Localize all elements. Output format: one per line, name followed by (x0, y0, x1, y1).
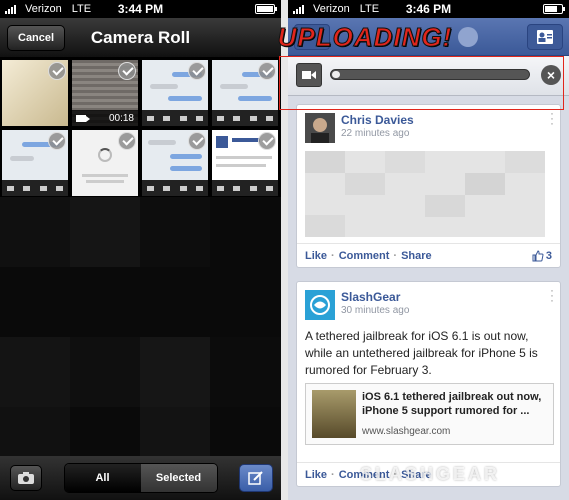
post-author[interactable]: Chris Davies (341, 113, 414, 127)
post-text: A tethered jailbreak for iOS 6.1 is out … (305, 329, 538, 377)
post-options-icon[interactable]: · · · (550, 107, 554, 129)
like-link[interactable]: Like (305, 469, 327, 481)
compose-icon (248, 471, 263, 485)
signal-icon (5, 4, 21, 14)
camera-icon (18, 472, 34, 484)
upload-highlight-box (279, 56, 564, 110)
page-title: Camera Roll (90, 27, 191, 47)
pixelated-post-content (305, 151, 545, 237)
share-link[interactable]: Share (401, 250, 432, 262)
segment-selected[interactable]: Selected (140, 464, 217, 492)
camera-roll-navbar: Cancel Camera Roll (0, 18, 281, 58)
screenshot-thumbnail[interactable] (142, 60, 208, 126)
screenshot-thumbnail[interactable] (142, 130, 208, 196)
post-options-icon[interactable]: · · · (550, 284, 554, 306)
link-url: www.slashgear.com (362, 426, 451, 437)
carrier-name: Verizon (313, 3, 350, 15)
friend-requests-button[interactable] (527, 24, 563, 50)
link-thumbnail (312, 390, 356, 438)
signal-icon (293, 4, 309, 14)
like-link[interactable]: Like (305, 250, 327, 262)
selected-check-icon (118, 62, 136, 80)
bottom-toolbar: All Selected (0, 456, 281, 500)
feed-post: SlashGear 30 minutes ago · · · A tethered … (296, 281, 561, 487)
video-thumbnail[interactable]: 00:18 (72, 60, 138, 126)
video-duration-bar: 00:18 (72, 110, 138, 126)
link-preview[interactable]: iOS 6.1 tethered jailbreak out now, iPho… (305, 383, 554, 445)
camera-button[interactable] (10, 465, 42, 491)
pixelated-background (0, 197, 281, 500)
uploading-annotation: UPLOADING! (277, 22, 453, 53)
compose-button[interactable] (239, 464, 273, 492)
battery-icon (255, 4, 277, 14)
post-time: 30 minutes ago (341, 305, 410, 316)
like-count-value: 3 (545, 249, 552, 262)
camera-roll-screen: Verizon LTE 3:44 PM Cancel Camera Roll 0… (0, 0, 281, 500)
network-type: LTE (71, 3, 92, 15)
selected-check-icon (48, 62, 66, 80)
avatar[interactable] (305, 113, 335, 143)
video-duration: 00:18 (108, 112, 134, 124)
cancel-button[interactable]: Cancel (7, 25, 66, 51)
feed-post: Chris Davies 22 minutes ago · · · Like · C… (296, 104, 561, 268)
like-count[interactable]: 3 (532, 250, 552, 262)
watermark: SLASHGEAR (360, 464, 501, 484)
selected-check-icon (258, 62, 276, 80)
status-bar: Verizon LTE 3:44 PM (0, 0, 281, 18)
avatar[interactable] (305, 290, 335, 320)
post-author[interactable]: SlashGear (341, 290, 400, 304)
selected-check-icon (188, 132, 206, 150)
selected-check-icon (188, 62, 206, 80)
friends-icon (537, 30, 553, 44)
notifications-globe-icon[interactable] (458, 27, 478, 47)
screenshot-thumbnail[interactable] (72, 130, 138, 196)
post-time: 22 minutes ago (341, 128, 410, 139)
selected-check-icon (118, 132, 136, 150)
screenshot-thumbnail[interactable] (212, 130, 278, 196)
carrier-info: Verizon LTE (5, 3, 91, 15)
link-title: iOS 6.1 tethered jailbreak out now, iPho… (362, 391, 542, 417)
status-bar: Verizon LTE 3:46 PM (288, 0, 569, 18)
filter-segmented-control: All Selected (63, 463, 218, 493)
carrier-info: Verizon LTE (293, 3, 379, 15)
segment-all[interactable]: All (64, 464, 141, 492)
battery-icon (543, 4, 565, 14)
comment-link[interactable]: Comment (339, 250, 390, 262)
selected-check-icon (258, 132, 276, 150)
network-type: LTE (359, 3, 380, 15)
selected-check-icon (48, 132, 66, 150)
video-camera-icon (76, 114, 90, 122)
screenshot-thumbnail[interactable] (212, 60, 278, 126)
carrier-name: Verizon (25, 3, 62, 15)
post-actions: Like · Comment · Share 3 (297, 243, 560, 267)
screenshot-thumbnail[interactable] (2, 130, 68, 196)
thumbs-up-icon (532, 249, 544, 261)
photo-thumbnail[interactable] (2, 60, 68, 126)
